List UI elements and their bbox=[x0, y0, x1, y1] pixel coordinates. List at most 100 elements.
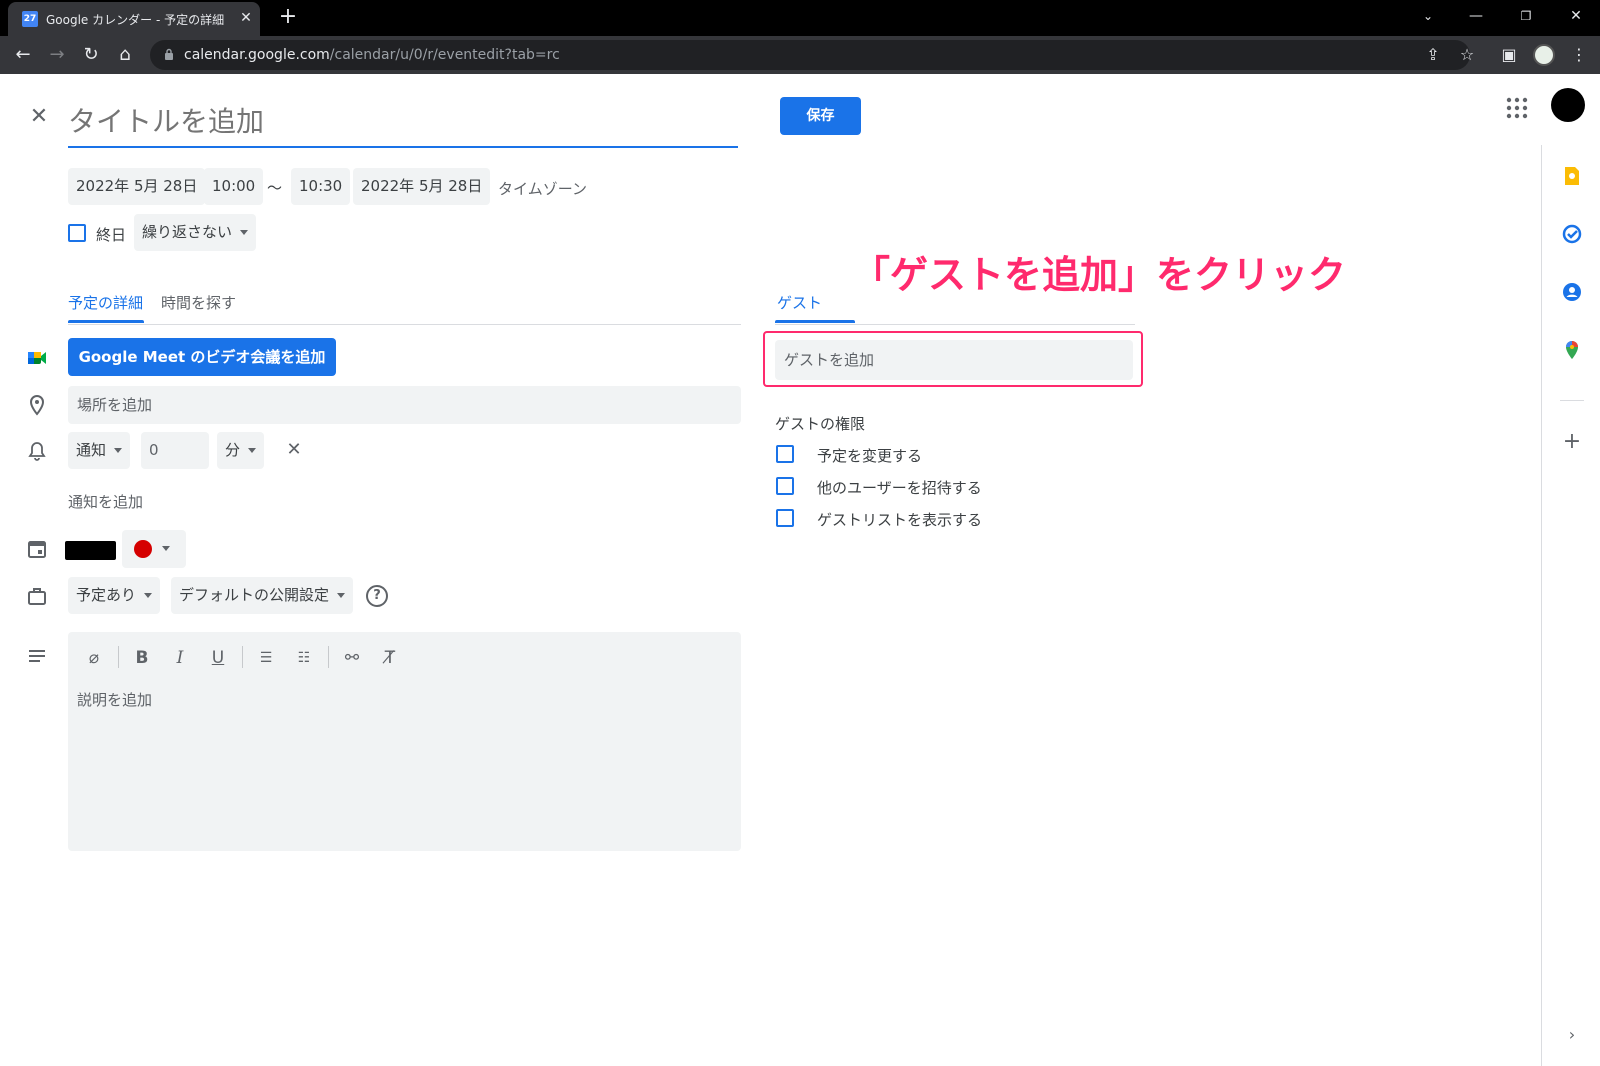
all-day-label: 終日 bbox=[96, 226, 127, 244]
share-icon[interactable]: ⇪ bbox=[1420, 42, 1446, 68]
clear-formatting-icon[interactable]: T̸ bbox=[378, 646, 402, 670]
restore-icon[interactable]: ❐ bbox=[1512, 4, 1540, 28]
contacts-icon[interactable] bbox=[1561, 281, 1583, 303]
toolbar-separator bbox=[328, 646, 329, 668]
tab-search-icon[interactable]: ⌄ bbox=[1414, 4, 1442, 28]
save-button[interactable]: 保存 bbox=[780, 97, 861, 135]
permission-see-guest-list-label: ゲストリストを表示する bbox=[817, 511, 983, 529]
account-avatar[interactable] bbox=[1551, 88, 1585, 122]
chevron-down-icon bbox=[248, 448, 257, 453]
location-pin-icon bbox=[29, 394, 45, 416]
side-panel: + › bbox=[1541, 145, 1600, 1066]
forward-icon[interactable]: → bbox=[44, 42, 70, 68]
attachment-icon[interactable]: ⌀ bbox=[82, 646, 106, 670]
help-icon[interactable]: ? bbox=[366, 585, 388, 607]
visibility-value: デフォルトの公開設定 bbox=[179, 586, 330, 604]
tab-close-icon[interactable]: ✕ bbox=[236, 8, 256, 28]
tasks-icon[interactable] bbox=[1561, 223, 1583, 245]
event-color-dropdown[interactable] bbox=[122, 530, 186, 568]
close-icon[interactable]: ✕ bbox=[26, 104, 52, 130]
description-icon bbox=[29, 650, 45, 662]
address-bar[interactable]: calendar.google.com/calendar/u/0/r/event… bbox=[150, 40, 1470, 70]
description-placeholder: 説明を追加 bbox=[77, 691, 153, 709]
calendar-favicon-icon: 27 bbox=[22, 11, 38, 27]
guests-tab-indicator bbox=[775, 320, 855, 323]
google-apps-icon[interactable] bbox=[1506, 97, 1528, 119]
notification-amount-input[interactable]: 0 bbox=[141, 432, 209, 469]
bold-icon[interactable]: B bbox=[130, 646, 154, 670]
visibility-dropdown[interactable]: デフォルトの公開設定 bbox=[171, 577, 354, 614]
link-icon[interactable]: ⚯ bbox=[340, 646, 364, 670]
tab-active-indicator bbox=[68, 320, 144, 323]
range-separator: 〜 bbox=[267, 179, 283, 197]
back-icon[interactable]: ← bbox=[10, 42, 36, 68]
busy-status-dropdown[interactable]: 予定あり bbox=[68, 577, 161, 614]
more-menu-icon[interactable]: ⋮ bbox=[1566, 42, 1592, 68]
italic-icon[interactable]: I bbox=[168, 646, 192, 670]
timezone-link[interactable]: タイムゾーン bbox=[498, 178, 587, 199]
all-day-checkbox[interactable] bbox=[68, 224, 86, 242]
tab-event-details[interactable]: 予定の詳細 bbox=[68, 292, 143, 313]
tab-guests[interactable]: ゲスト bbox=[777, 292, 822, 313]
bulleted-list-icon[interactable]: ☷ bbox=[292, 646, 316, 670]
notification-type-dropdown[interactable]: 通知 bbox=[68, 432, 131, 469]
toolbar-separator bbox=[118, 646, 119, 668]
guest-permissions-title: ゲストの権限 bbox=[775, 415, 866, 433]
keep-icon[interactable] bbox=[1561, 165, 1583, 187]
chevron-down-icon bbox=[144, 593, 153, 598]
add-notification-link[interactable]: 通知を追加 bbox=[68, 491, 143, 512]
remove-notification-icon[interactable]: ✕ bbox=[282, 438, 306, 462]
repeat-dropdown[interactable]: 繰り返さない bbox=[134, 214, 257, 251]
side-panel-icon[interactable]: ▣ bbox=[1496, 42, 1522, 68]
briefcase-icon bbox=[28, 588, 46, 605]
permission-invite-others-label: 他のユーザーを招待する bbox=[817, 479, 982, 497]
google-meet-icon bbox=[28, 352, 46, 364]
add-guest-input[interactable]: ゲストを追加 bbox=[775, 340, 1133, 380]
add-addon-icon[interactable]: + bbox=[1560, 430, 1584, 454]
end-date-picker[interactable]: 2022年 5月 28日 bbox=[353, 168, 491, 205]
bell-icon bbox=[28, 442, 46, 461]
calendar-name-redacted[interactable] bbox=[65, 541, 116, 560]
chevron-down-icon bbox=[114, 448, 123, 453]
busy-status-value: 予定あり bbox=[76, 586, 137, 604]
notification-unit-dropdown[interactable]: 分 bbox=[217, 432, 265, 469]
tab-find-time[interactable]: 時間を探す bbox=[161, 292, 236, 313]
browser-tab[interactable]: 27 Google カレンダー - 予定の詳細 ✕ bbox=[8, 2, 260, 36]
chevron-down-icon bbox=[337, 593, 346, 598]
notification-unit-value: 分 bbox=[225, 441, 241, 459]
permission-modify-event-checkbox[interactable] bbox=[776, 445, 794, 463]
bookmark-star-icon[interactable]: ☆ bbox=[1454, 42, 1480, 68]
browser-toolbar: ← → ↻ ⌂ calendar.google.com/calendar/u/0… bbox=[0, 36, 1600, 74]
maps-icon[interactable] bbox=[1561, 339, 1583, 361]
chevron-down-icon bbox=[240, 230, 249, 235]
permission-invite-others-checkbox[interactable] bbox=[776, 477, 794, 495]
permission-see-guest-list-checkbox[interactable] bbox=[776, 509, 794, 527]
event-color-swatch bbox=[134, 540, 152, 558]
numbered-list-icon[interactable]: ☰ bbox=[254, 646, 278, 670]
start-date-picker[interactable]: 2022年 5月 28日 bbox=[68, 168, 206, 205]
reload-icon[interactable]: ↻ bbox=[78, 42, 104, 68]
permission-modify-event-label: 予定を変更する bbox=[817, 447, 923, 465]
window-close-icon[interactable]: ✕ bbox=[1562, 4, 1590, 28]
location-input[interactable]: 場所を追加 bbox=[68, 386, 741, 424]
annotation-callout: 「ゲストを追加」をクリック bbox=[852, 253, 1347, 297]
notification-type-value: 通知 bbox=[76, 441, 107, 459]
underline-icon[interactable]: U bbox=[206, 646, 230, 670]
repeat-value: 繰り返さない bbox=[142, 223, 233, 241]
minimize-icon[interactable]: — bbox=[1462, 4, 1490, 28]
add-google-meet-button[interactable]: Google Meet のビデオ会議を追加 bbox=[68, 338, 336, 376]
description-editor[interactable]: ⌀ B I U ☰ ☷ ⚯ T̸ 説明を追加 bbox=[68, 632, 741, 851]
calendar-icon bbox=[28, 541, 46, 558]
profile-avatar[interactable] bbox=[1533, 44, 1555, 66]
lock-icon bbox=[165, 48, 173, 60]
end-time-picker[interactable]: 10:30 bbox=[291, 168, 351, 205]
event-title-input[interactable] bbox=[68, 96, 738, 148]
guests-tab-divider bbox=[775, 324, 1135, 325]
home-icon[interactable]: ⌂ bbox=[112, 42, 138, 68]
browser-tab-strip: 27 Google カレンダー - 予定の詳細 ✕ + ⌄ — ❐ ✕ bbox=[0, 0, 1600, 36]
new-tab-icon[interactable]: + bbox=[276, 6, 300, 30]
start-time-picker[interactable]: 10:00 bbox=[204, 168, 264, 205]
toolbar-separator bbox=[242, 646, 243, 668]
side-panel-divider bbox=[1560, 400, 1584, 401]
expand-panel-chevron-icon[interactable]: › bbox=[1564, 1025, 1580, 1045]
